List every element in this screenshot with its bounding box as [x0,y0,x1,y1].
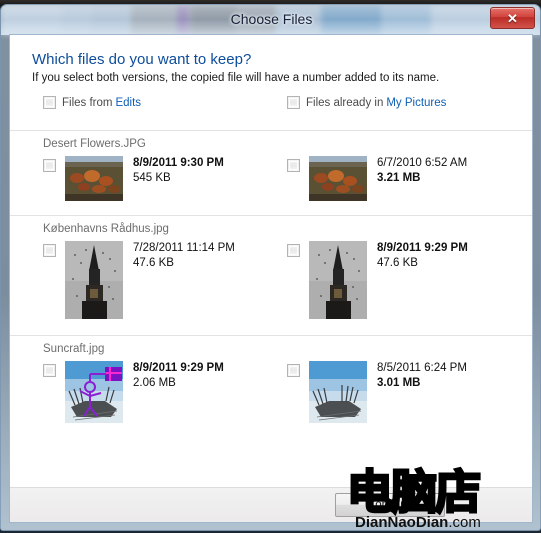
thumbnail-desert-flowers [309,156,367,201]
file-version-date: 8/9/2011 9:30 PM [133,157,224,169]
file-group-name: Desert Flowers.JPG [43,138,146,150]
file-version-date: 8/9/2011 9:29 PM [377,242,468,254]
file-version-size: 2.06 MB [133,377,176,389]
thumbnail-suncraft-original [309,361,367,423]
dialog-client-area: Which files do you want to keep? If you … [9,34,533,523]
file-version-checkbox[interactable] [43,364,56,377]
choose-files-dialog: Choose Files ✕ Which files do you want t… [0,4,541,531]
file-conflict-list: Which files do you want to keep? If you … [10,35,532,488]
select-all-left-checkbox[interactable] [43,96,56,109]
thumbnail-copenhagen-spire [65,241,123,319]
file-version-option[interactable]: 6/7/2010 6:52 AM 3.21 MB [287,156,467,201]
continue-button-label: Continue [366,499,414,511]
file-version-meta: 7/28/2011 11:14 PM 47.6 KB [133,241,235,271]
file-version-size: 3.21 MB [377,172,421,184]
file-group: Desert Flowers.JPG 8/9/2011 9:30 PM 545 … [10,130,532,215]
continue-button[interactable]: Continue [335,493,445,517]
file-version-meta: 8/9/2011 9:30 PM 545 KB [133,156,224,186]
window-glass-frame: Choose Files ✕ Which files do you want t… [0,4,541,531]
file-version-date: 8/5/2011 6:24 PM [377,362,467,374]
file-version-date: 7/28/2011 11:14 PM [133,242,235,254]
file-versions-row: 8/9/2011 9:29 PM 2.06 MB 8/5/2011 6:24 P… [10,361,532,441]
thumbnail-suncraft-edited [65,361,123,423]
heading-block: Which files do you want to keep? If you … [10,35,532,84]
file-group-name: Københavns Rådhus.jpg [43,223,169,235]
file-version-checkbox[interactable] [287,364,300,377]
file-version-checkbox[interactable] [287,159,300,172]
file-version-checkbox[interactable] [43,159,56,172]
file-version-size: 545 KB [133,172,171,184]
file-version-checkbox[interactable] [43,244,56,257]
file-version-option[interactable]: 8/9/2011 9:29 PM 47.6 KB [287,241,468,319]
file-version-meta: 8/9/2011 9:29 PM 2.06 MB [133,361,224,391]
page-title: Which files do you want to keep? [32,51,252,68]
file-version-date: 8/9/2011 9:29 PM [133,362,224,374]
column-right-prefix: Files already in [306,96,384,109]
column-right-link[interactable]: My Pictures [386,97,446,109]
column-header-source-right[interactable]: Files already in My Pictures [287,96,446,109]
file-version-size: 3.01 MB [377,377,421,389]
file-version-meta: 8/9/2011 9:29 PM 47.6 KB [377,241,468,271]
file-version-size: 47.6 KB [377,257,418,269]
select-all-right-checkbox[interactable] [287,96,300,109]
file-version-option[interactable]: 7/28/2011 11:14 PM 47.6 KB [43,241,235,319]
file-group: Suncraft.jpg 8/9/2011 9:29 PM 2.06 MB 8/… [10,335,532,455]
file-version-checkbox[interactable] [287,244,300,257]
window-title: Choose Files [230,11,313,27]
column-header-source-left[interactable]: Files from Edits [43,96,141,109]
file-version-meta: 6/7/2010 6:52 AM 3.21 MB [377,156,467,186]
file-group: Københavns Rådhus.jpg 7/28/2011 11:14 PM… [10,215,532,335]
dialog-footer: Continue [10,487,532,522]
instruction-text: If you select both versions, the copied … [32,72,440,84]
file-version-option[interactable]: 8/9/2011 9:30 PM 545 KB [43,156,224,201]
title-bar[interactable]: Choose Files ✕ [1,5,540,35]
close-icon: ✕ [507,10,518,26]
close-button[interactable]: ✕ [490,7,535,29]
thumbnail-desert-flowers [65,156,123,201]
file-versions-row: 8/9/2011 9:30 PM 545 KB 6/7/2010 6:52 AM… [10,156,532,202]
file-version-option[interactable]: 8/9/2011 9:29 PM 2.06 MB [43,361,224,423]
file-version-size: 47.6 KB [133,257,174,269]
column-left-prefix: Files from [62,96,113,109]
file-versions-row: 7/28/2011 11:14 PM 47.6 KB 8/9/2011 9:29… [10,241,532,321]
file-group-name: Suncraft.jpg [43,343,105,355]
file-version-option[interactable]: 8/5/2011 6:24 PM 3.01 MB [287,361,467,423]
column-headers: Files from Edits Files already in My Pic… [10,96,532,130]
column-left-link[interactable]: Edits [115,97,141,109]
thumbnail-copenhagen-spire [309,241,367,319]
file-version-meta: 8/5/2011 6:24 PM 3.01 MB [377,361,467,391]
file-version-date: 6/7/2010 6:52 AM [377,157,468,169]
